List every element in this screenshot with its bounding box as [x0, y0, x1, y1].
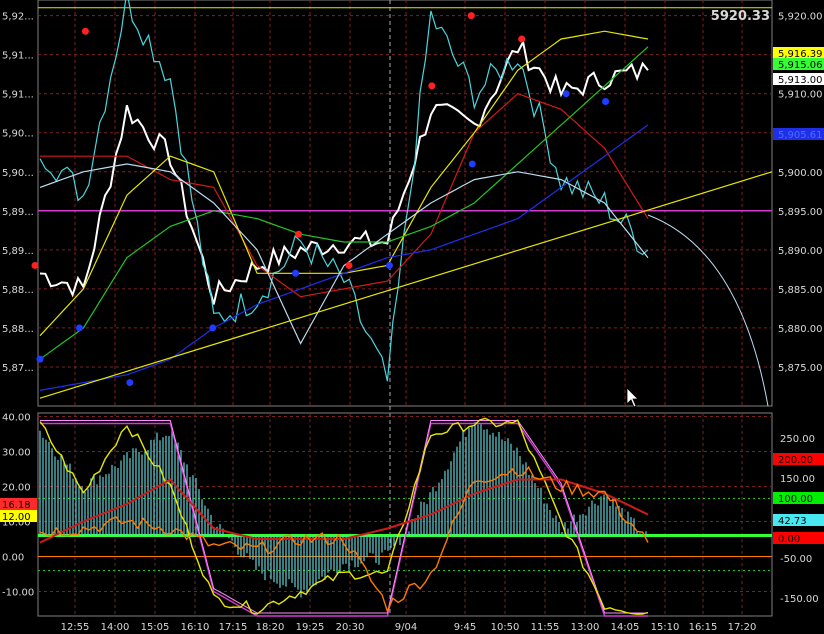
y-tick-left-lower: -10.00: [2, 588, 34, 599]
y-tick-left: 5,90...: [2, 129, 34, 140]
x-tick: 19:25: [296, 622, 325, 633]
signal-dot-red: [81, 27, 89, 35]
y-tick-right: 5,895.00: [778, 207, 823, 218]
signal-dot-blue: [36, 355, 44, 363]
x-tick: 11:55: [531, 622, 560, 633]
signal-dot-blue: [468, 160, 476, 168]
x-tick: 10:50: [491, 622, 520, 633]
y-tick-right: 5,920.00: [778, 12, 823, 23]
x-tick: 15:05: [141, 622, 170, 633]
osc-badge-right-text: 0.00: [778, 534, 800, 545]
y-tick-left: 5,89...: [2, 207, 34, 218]
signal-dot-blue: [292, 269, 300, 277]
signal-dot-red: [31, 261, 39, 269]
x-tick: 14:00: [101, 622, 130, 633]
price-badge-text: 5,905.61: [778, 130, 823, 141]
signal-dot-red: [518, 35, 526, 43]
x-tick: 16:10: [181, 622, 210, 633]
y-tick-right-lower: 250.00: [780, 434, 815, 445]
x-tick: 9:45: [454, 622, 476, 633]
y-tick-left: 5,88...: [2, 324, 34, 335]
y-tick-right-lower: -150.00: [780, 594, 819, 605]
y-tick-right: 5,890.00: [778, 246, 823, 257]
y-tick-left: 5,92...: [2, 12, 34, 23]
signal-dot-red: [345, 261, 353, 269]
y-tick-right-lower: 150.00: [780, 474, 815, 485]
y-tick-left: 5,90...: [2, 168, 34, 179]
signal-dot-red: [428, 82, 436, 90]
osc-badge-left-text: 12.00: [2, 512, 31, 523]
y-tick-left-lower: 0.00: [2, 553, 24, 564]
x-tick: 16:15: [689, 622, 718, 633]
y-tick-left: 5,88...: [2, 285, 34, 296]
x-tick: 14:05: [611, 622, 640, 633]
y-tick-left-lower: 40.00: [2, 413, 31, 424]
x-tick: 13:00: [571, 622, 600, 633]
signal-dot-blue: [602, 98, 610, 105]
x-tick: 12:55: [61, 622, 90, 633]
x-tick: 18:20: [256, 622, 285, 633]
price-badge-text: 5,915.06: [778, 60, 823, 71]
signal-dot-blue: [209, 324, 217, 332]
osc-badge-right-text: 200.00: [778, 455, 813, 466]
signal-dot-red: [467, 12, 475, 20]
signal-dot-blue: [562, 90, 570, 98]
y-tick-left-lower: 20.00: [2, 483, 31, 494]
x-tick: 17:15: [219, 622, 248, 633]
x-tick: 9/04: [395, 622, 417, 633]
y-tick-right: 5,875.00: [778, 363, 823, 374]
y-tick-right: 5,885.00: [778, 285, 823, 296]
y-tick-left: 5,89...: [2, 246, 34, 257]
y-tick-left: 5,91...: [2, 51, 34, 62]
x-tick: 15:10: [651, 622, 680, 633]
y-tick-right: 5,880.00: [778, 324, 823, 335]
osc-badge-right-text: 100.00: [778, 494, 813, 505]
y-tick-left: 5,87...: [2, 363, 34, 374]
trading-chart: 5920.33 5,92...5,920.005,91...5,915.005,…: [0, 0, 824, 634]
y-tick-right: 5,910.00: [778, 90, 823, 101]
signal-dot-blue: [75, 324, 83, 332]
signal-dot-blue: [385, 261, 393, 269]
price-badge-text: 5,913.00: [778, 75, 823, 86]
y-tick-right: 5,900.00: [778, 168, 823, 179]
y-tick-left: 5,91...: [2, 90, 34, 101]
x-tick: 17:20: [728, 622, 757, 633]
osc-badge-left-text: 16.18: [2, 500, 31, 511]
y-tick-right-lower: -50.00: [780, 554, 812, 565]
osc-badge-right-text: 42.73: [778, 516, 807, 527]
header-value: 5920.33: [711, 9, 770, 24]
signal-dot-blue: [126, 379, 134, 387]
y-tick-left-lower: 30.00: [2, 448, 31, 459]
x-tick: 20:30: [336, 622, 365, 633]
signal-dot-red: [295, 230, 303, 238]
